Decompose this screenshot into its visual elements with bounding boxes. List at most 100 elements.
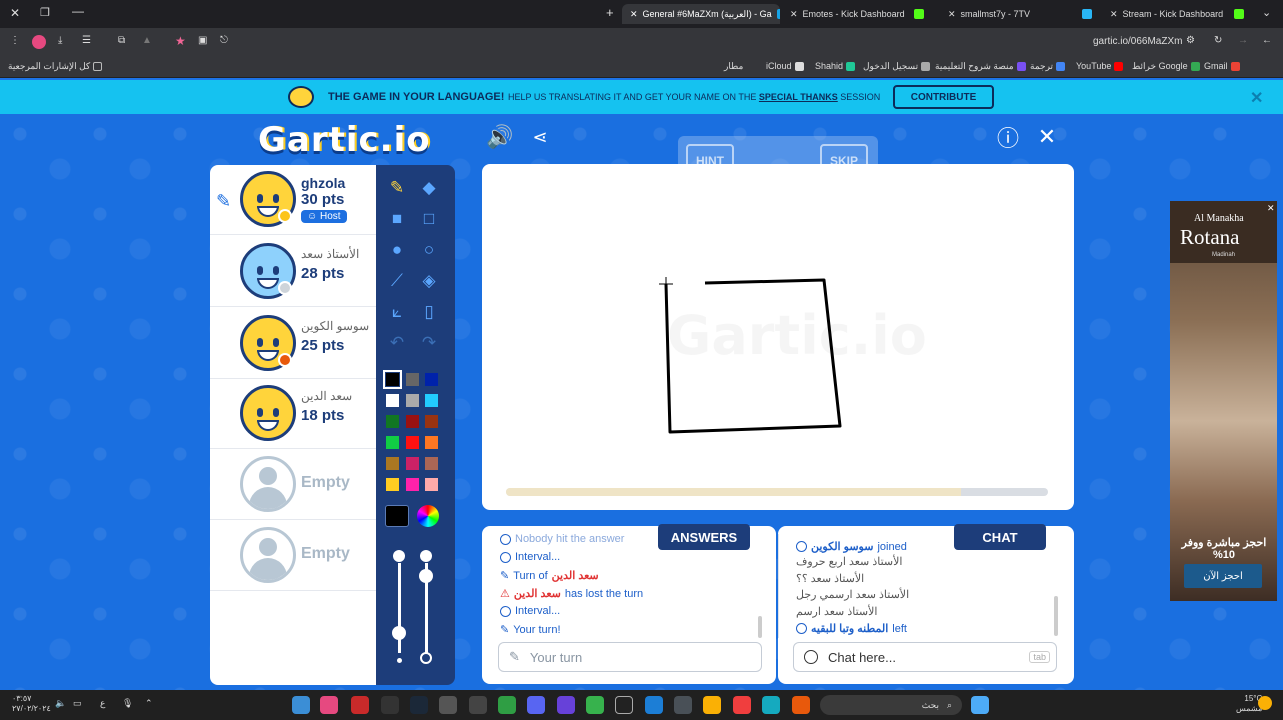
tray-chevron-icon[interactable]: ⌃	[145, 698, 153, 709]
bookmark-shahid[interactable]: Shahid	[815, 61, 856, 71]
obs-icon[interactable]	[615, 696, 633, 714]
network-icon[interactable]: ▭	[73, 698, 82, 709]
bookmark-translate[interactable]: ترجمة	[1030, 61, 1066, 72]
drawing-canvas[interactable]: Gartic.io	[482, 164, 1074, 510]
player-card[interactable]: سعد الدين 18 pts	[210, 379, 376, 449]
special-thanks-link[interactable]: SPECIAL THANKS	[759, 92, 838, 102]
circle-tool-icon[interactable]: ○	[416, 237, 442, 263]
color-swatch[interactable]	[424, 414, 439, 429]
minimize-icon[interactable]: —	[72, 4, 84, 18]
epic-games-icon[interactable]	[381, 696, 399, 714]
rect-tool-icon[interactable]: □	[416, 206, 442, 232]
tune-icon[interactable]: ☰	[82, 35, 91, 46]
eraser-tool-icon[interactable]: ◆	[416, 175, 442, 201]
advertisement[interactable]: Al Manakha Rotana Madinah ✕ احجز مباشرة …	[1170, 201, 1277, 601]
bookmark-airport[interactable]: مطار	[724, 61, 743, 72]
info-icon[interactable]: ⓘ	[994, 123, 1022, 151]
language-indicator[interactable]: ع	[100, 698, 105, 709]
share-icon[interactable]: ⎋	[220, 35, 228, 46]
app3-icon[interactable]	[586, 696, 604, 714]
player-card[interactable]: الأستاذ سعد 28 pts	[210, 237, 376, 307]
share-icon[interactable]: ⋖	[526, 123, 554, 151]
file-explorer-icon[interactable]	[703, 696, 721, 714]
color-swatch[interactable]	[404, 456, 420, 471]
profile-avatar[interactable]	[32, 35, 46, 49]
fill-tool-icon[interactable]: ◈	[416, 268, 442, 294]
close-banner-icon[interactable]: ✕	[1250, 88, 1263, 108]
tab-stream[interactable]: ✕ Stream - Kick Dashboard	[1102, 4, 1252, 24]
steam-icon[interactable]	[410, 696, 428, 714]
color-swatch[interactable]	[383, 370, 402, 389]
pip-icon[interactable]: ▲	[142, 35, 152, 46]
windows-start-icon[interactable]	[971, 696, 989, 714]
color-swatch[interactable]	[404, 477, 420, 492]
app4-icon[interactable]	[645, 696, 663, 714]
color-swatch[interactable]	[404, 414, 420, 429]
color-swatch[interactable]	[424, 477, 439, 492]
edge-icon[interactable]	[762, 696, 780, 714]
color-swatch[interactable]	[424, 393, 439, 408]
opacity-slider-handle[interactable]	[419, 569, 433, 583]
bookmark-gmail[interactable]: Gmail	[1204, 61, 1240, 71]
discord-icon[interactable]	[527, 696, 545, 714]
chrome-profile-icon[interactable]	[320, 696, 338, 714]
eyedropper-tool-icon[interactable]: ⟀	[384, 299, 410, 325]
undo-icon[interactable]: ↶	[384, 330, 410, 356]
bookmark-icloud[interactable]: iCloud	[766, 61, 804, 71]
contribute-button[interactable]: CONTRIBUTE	[893, 85, 994, 109]
bookmark-platform[interactable]: منصة شروح التعليمية	[935, 61, 1026, 72]
taskbar-search[interactable]: بحث ⌕	[820, 695, 962, 715]
chrome-icon[interactable]	[733, 696, 751, 714]
exit-icon[interactable]: ✕	[1033, 123, 1061, 151]
color-swatch[interactable]	[424, 456, 439, 471]
bookmark-star-icon[interactable]: ★	[175, 34, 186, 48]
close-tab-icon[interactable]: ✕	[948, 9, 956, 20]
color-swatch[interactable]	[424, 372, 439, 387]
app5-icon[interactable]	[674, 696, 692, 714]
size-slider-handle[interactable]	[392, 626, 406, 640]
color-swatch[interactable]	[404, 435, 420, 450]
menu-icon[interactable]: ⋮	[10, 35, 20, 46]
color-swatch[interactable]	[385, 393, 400, 408]
color-swatch[interactable]	[385, 477, 400, 492]
adobe-icon[interactable]	[351, 696, 369, 714]
tab-7tv[interactable]: ✕ smallmst7y - 7TV	[940, 4, 1100, 24]
close-window-icon[interactable]: ✕	[10, 6, 20, 20]
reload-icon[interactable]: ↻	[1214, 35, 1222, 46]
player-card[interactable]: سوسو الكوين 25 pts	[210, 309, 376, 379]
url-text[interactable]: gartic.io/066MaZXm	[1093, 36, 1182, 47]
line-tool-icon[interactable]: ⟋	[384, 268, 410, 294]
tab-emotes[interactable]: ✕ Emotes - Kick Dashboard	[782, 4, 932, 24]
translate-icon[interactable]: ▣	[198, 35, 207, 46]
chrome-canary-icon[interactable]	[792, 696, 810, 714]
color-swatch[interactable]	[404, 372, 420, 387]
download-icon[interactable]: ⤓	[58, 35, 62, 46]
color-swatch[interactable]	[385, 456, 400, 471]
extensions-icon[interactable]: ⧉	[118, 35, 125, 46]
current-color-swatch[interactable]	[385, 505, 409, 527]
close-tab-icon[interactable]: ✕	[630, 9, 638, 20]
answer-input[interactable]: ✎ Your turn	[498, 642, 762, 672]
pencil-tool-icon[interactable]: ✎	[384, 175, 410, 201]
all-bookmarks-button[interactable]: كل الإشارات المرجعية	[8, 61, 103, 72]
color-swatch[interactable]	[385, 435, 400, 450]
bookmark-youtube[interactable]: YouTube	[1076, 61, 1124, 71]
sound-icon[interactable]: 🔊	[486, 123, 514, 151]
app2-icon[interactable]	[557, 696, 575, 714]
maximize-icon[interactable]: ❐	[40, 6, 50, 19]
files-app-icon[interactable]	[292, 696, 310, 714]
color-swatch[interactable]	[385, 414, 400, 429]
volume-icon[interactable]: 🔈	[55, 698, 66, 709]
ad-cta-button[interactable]: احجز الآن	[1184, 564, 1262, 588]
new-page-icon[interactable]: ▯	[416, 299, 442, 325]
bookmark-maps[interactable]: خرائط Google	[1132, 61, 1200, 72]
filled-circle-tool-icon[interactable]: ●	[384, 237, 410, 263]
redo-icon[interactable]: ↷	[416, 330, 442, 356]
back-icon[interactable]: ←	[1262, 35, 1272, 46]
new-tab-icon[interactable]: +	[606, 5, 614, 20]
chat-input[interactable]: Chat here... tab	[793, 642, 1057, 672]
site-settings-icon[interactable]: ⚙	[1186, 35, 1195, 46]
color-swatch[interactable]	[424, 435, 439, 450]
answers-scrollbar[interactable]	[758, 616, 762, 638]
mic-icon[interactable]: 🎙	[122, 698, 133, 709]
